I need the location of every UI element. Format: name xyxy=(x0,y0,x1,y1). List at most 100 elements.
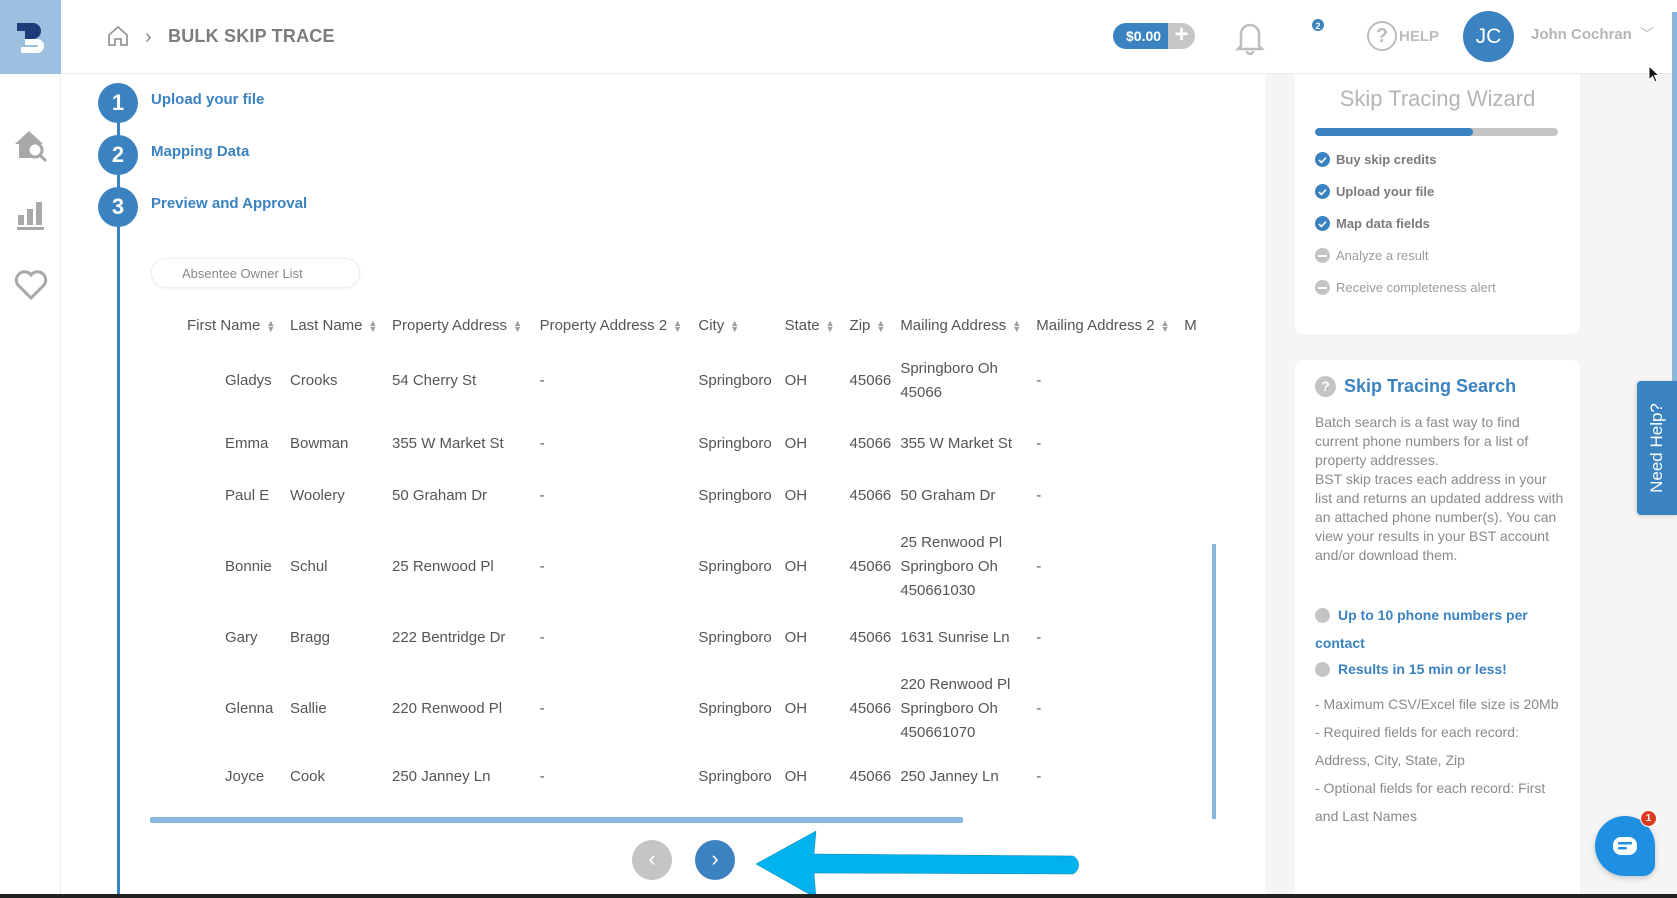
table-cell xyxy=(1184,418,1221,470)
table-cell: 45066 xyxy=(849,700,892,717)
column-header[interactable]: Last Name ▲ ▼ xyxy=(290,306,392,344)
balance-amount: $0.00 xyxy=(1113,23,1169,49)
column-header[interactable]: First Name ▲ ▼ xyxy=(151,306,290,344)
table-cell: Springboro Oh 45066 xyxy=(900,360,998,401)
table-cell xyxy=(1184,344,1221,418)
chat-unread-badge: 1 xyxy=(1640,810,1657,827)
table-cell: Springboro xyxy=(698,768,772,785)
table-cell xyxy=(1184,470,1221,522)
table-row[interactable]: Gary Bragg 222 Bentridge Dr - Springboro OH 45… xyxy=(151,612,1221,664)
step-2-badge[interactable]: 2 xyxy=(98,135,138,175)
add-funds-icon[interactable]: + xyxy=(1168,23,1196,49)
column-header[interactable]: Zip ▲ ▼ xyxy=(850,306,901,344)
table-cell: Springboro xyxy=(698,558,772,575)
minus-circle-icon xyxy=(1315,248,1330,263)
column-header[interactable]: Mailing Address 2 ▲ ▼ xyxy=(1036,306,1184,344)
column-header[interactable]: Property Address ▲ ▼ xyxy=(392,306,540,344)
sort-icon[interactable]: ▲ ▼ xyxy=(1161,318,1170,333)
table-cell: 45066 xyxy=(849,629,892,646)
table-cell: 25 Renwood Pl Springboro Oh 450661030 xyxy=(900,534,1003,599)
sort-icon[interactable]: ▲ ▼ xyxy=(266,318,275,333)
preview-table: First Name ▲ ▼ Last Name ▲ ▼ Property Address ▲… xyxy=(151,306,1221,800)
table-cell: - xyxy=(539,700,545,717)
list-name-input[interactable] xyxy=(151,258,360,288)
table-header-row: First Name ▲ ▼ Last Name ▲ ▼ Property Address ▲… xyxy=(151,306,1221,344)
table-cell: Cook xyxy=(289,768,326,785)
sort-icon[interactable]: ▲ ▼ xyxy=(826,318,835,333)
column-header[interactable]: M xyxy=(1184,306,1221,344)
user-name[interactable]: John Cochran xyxy=(1531,26,1632,43)
table-cell: 25 Renwood Pl xyxy=(392,558,494,575)
table-cell: Crooks xyxy=(289,372,338,389)
wizard-progress-fill xyxy=(1315,128,1473,136)
column-header-label: City xyxy=(698,316,725,334)
table-horizontal-scrollbar[interactable] xyxy=(150,817,963,823)
logo-icon xyxy=(16,23,44,53)
brand-logo[interactable] xyxy=(0,0,61,74)
home-search-icon[interactable] xyxy=(12,126,50,164)
column-header[interactable]: Property Address 2 ▲ ▼ xyxy=(540,306,699,344)
chevron-down-icon[interactable]: ﹀ xyxy=(1640,24,1654,44)
sort-icon[interactable]: ▲ ▼ xyxy=(876,318,885,333)
step-1-badge[interactable]: 1 xyxy=(98,83,138,123)
table-row[interactable]: Bonnie Schul 25 Renwood Pl - Springboro OH 450… xyxy=(151,522,1221,612)
help-label: HELP xyxy=(1399,27,1440,45)
table-cell: Paul E xyxy=(225,487,270,504)
need-help-tab[interactable]: Need Help? xyxy=(1637,381,1677,515)
table-cell: Bragg xyxy=(289,629,331,646)
table-cell: Springboro xyxy=(698,372,772,389)
minus-circle-icon xyxy=(1315,280,1330,295)
main-panel: 1 Upload your file 2 Mapping Data 3 Prev… xyxy=(61,74,1265,898)
column-header[interactable]: Mailing Address ▲ ▼ xyxy=(900,306,1036,344)
notifications-bell-icon[interactable] xyxy=(1233,18,1267,56)
table-row[interactable]: Glenna Sallie 220 Renwood Pl - Springboro OH 4… xyxy=(151,664,1221,754)
table-cell: Springboro xyxy=(698,629,772,646)
table-cell: OH xyxy=(784,435,808,452)
table-vertical-scrollbar[interactable] xyxy=(1212,544,1216,819)
column-header[interactable]: City ▲ ▼ xyxy=(698,306,784,344)
column-header[interactable]: State ▲ ▼ xyxy=(785,306,850,344)
breadcrumb-chevron-icon: › xyxy=(145,26,152,48)
table-row[interactable]: Joyce Cook 250 Janney Ln - Springboro OH 45066… xyxy=(151,754,1221,800)
column-header-label: Zip xyxy=(849,316,871,334)
table-cell: 50 Graham Dr xyxy=(900,487,996,504)
table-row[interactable]: Gladys Crooks 54 Cherry St - Springboro OH 450… xyxy=(151,344,1221,418)
previous-page-button[interactable]: ‹ xyxy=(632,840,672,880)
check-circle-icon xyxy=(1315,661,1330,677)
wizard-step-label: Buy skip credits xyxy=(1336,152,1437,167)
chat-icon xyxy=(1613,837,1637,855)
wizard-step-item: Upload your file xyxy=(1315,184,1434,199)
next-page-button[interactable]: › xyxy=(695,840,735,880)
table-row[interactable]: Emma Bowman 355 W Market St - Springboro OH 45… xyxy=(151,418,1221,470)
breadcrumb-home-icon[interactable] xyxy=(106,24,132,50)
step-1-label[interactable]: Upload your file xyxy=(151,91,264,108)
table-cell: 45066 xyxy=(849,435,892,452)
sort-icon[interactable]: ▲ ▼ xyxy=(1012,318,1021,333)
bottom-edge xyxy=(0,894,1677,898)
table-cell: OH xyxy=(784,487,808,504)
balance-button[interactable]: $0.00 + xyxy=(1113,23,1196,49)
table-cell: 355 W Market St xyxy=(392,435,504,452)
bar-chart-icon[interactable] xyxy=(12,196,50,234)
heart-icon[interactable] xyxy=(12,266,50,304)
sort-icon[interactable]: ▲ ▼ xyxy=(513,318,522,333)
question-icon: ? xyxy=(1315,376,1336,397)
preview-table-container: First Name ▲ ▼ Last Name ▲ ▼ Property Address ▲… xyxy=(151,306,1221,890)
table-cell: OH xyxy=(784,700,808,717)
table-row[interactable]: Paul E Woolery 50 Graham Dr - Springboro OH 45… xyxy=(151,470,1221,522)
sort-icon[interactable]: ▲ ▼ xyxy=(673,318,682,333)
step-2-label[interactable]: Mapping Data xyxy=(151,143,249,160)
step-3-badge[interactable]: 3 xyxy=(98,187,138,227)
table-cell: - xyxy=(539,768,545,785)
table-cell: - xyxy=(1036,372,1042,389)
table-cell: Bonnie xyxy=(225,558,272,575)
table-cell: 250 Janney Ln xyxy=(392,768,491,785)
sort-icon[interactable]: ▲ ▼ xyxy=(369,318,378,333)
sort-icon[interactable]: ▲ ▼ xyxy=(730,318,739,333)
skip-tracing-wizard: Skip Tracing Wizard Buy skip credits Uplo… xyxy=(1295,74,1580,334)
help-icon: ? xyxy=(1367,21,1397,51)
step-3-label[interactable]: Preview and Approval xyxy=(151,195,307,212)
user-avatar[interactable]: JC xyxy=(1463,11,1514,62)
feature-item: Results in 15 min or less! xyxy=(1315,655,1565,683)
help-button[interactable]: ? HELP xyxy=(1367,21,1439,51)
